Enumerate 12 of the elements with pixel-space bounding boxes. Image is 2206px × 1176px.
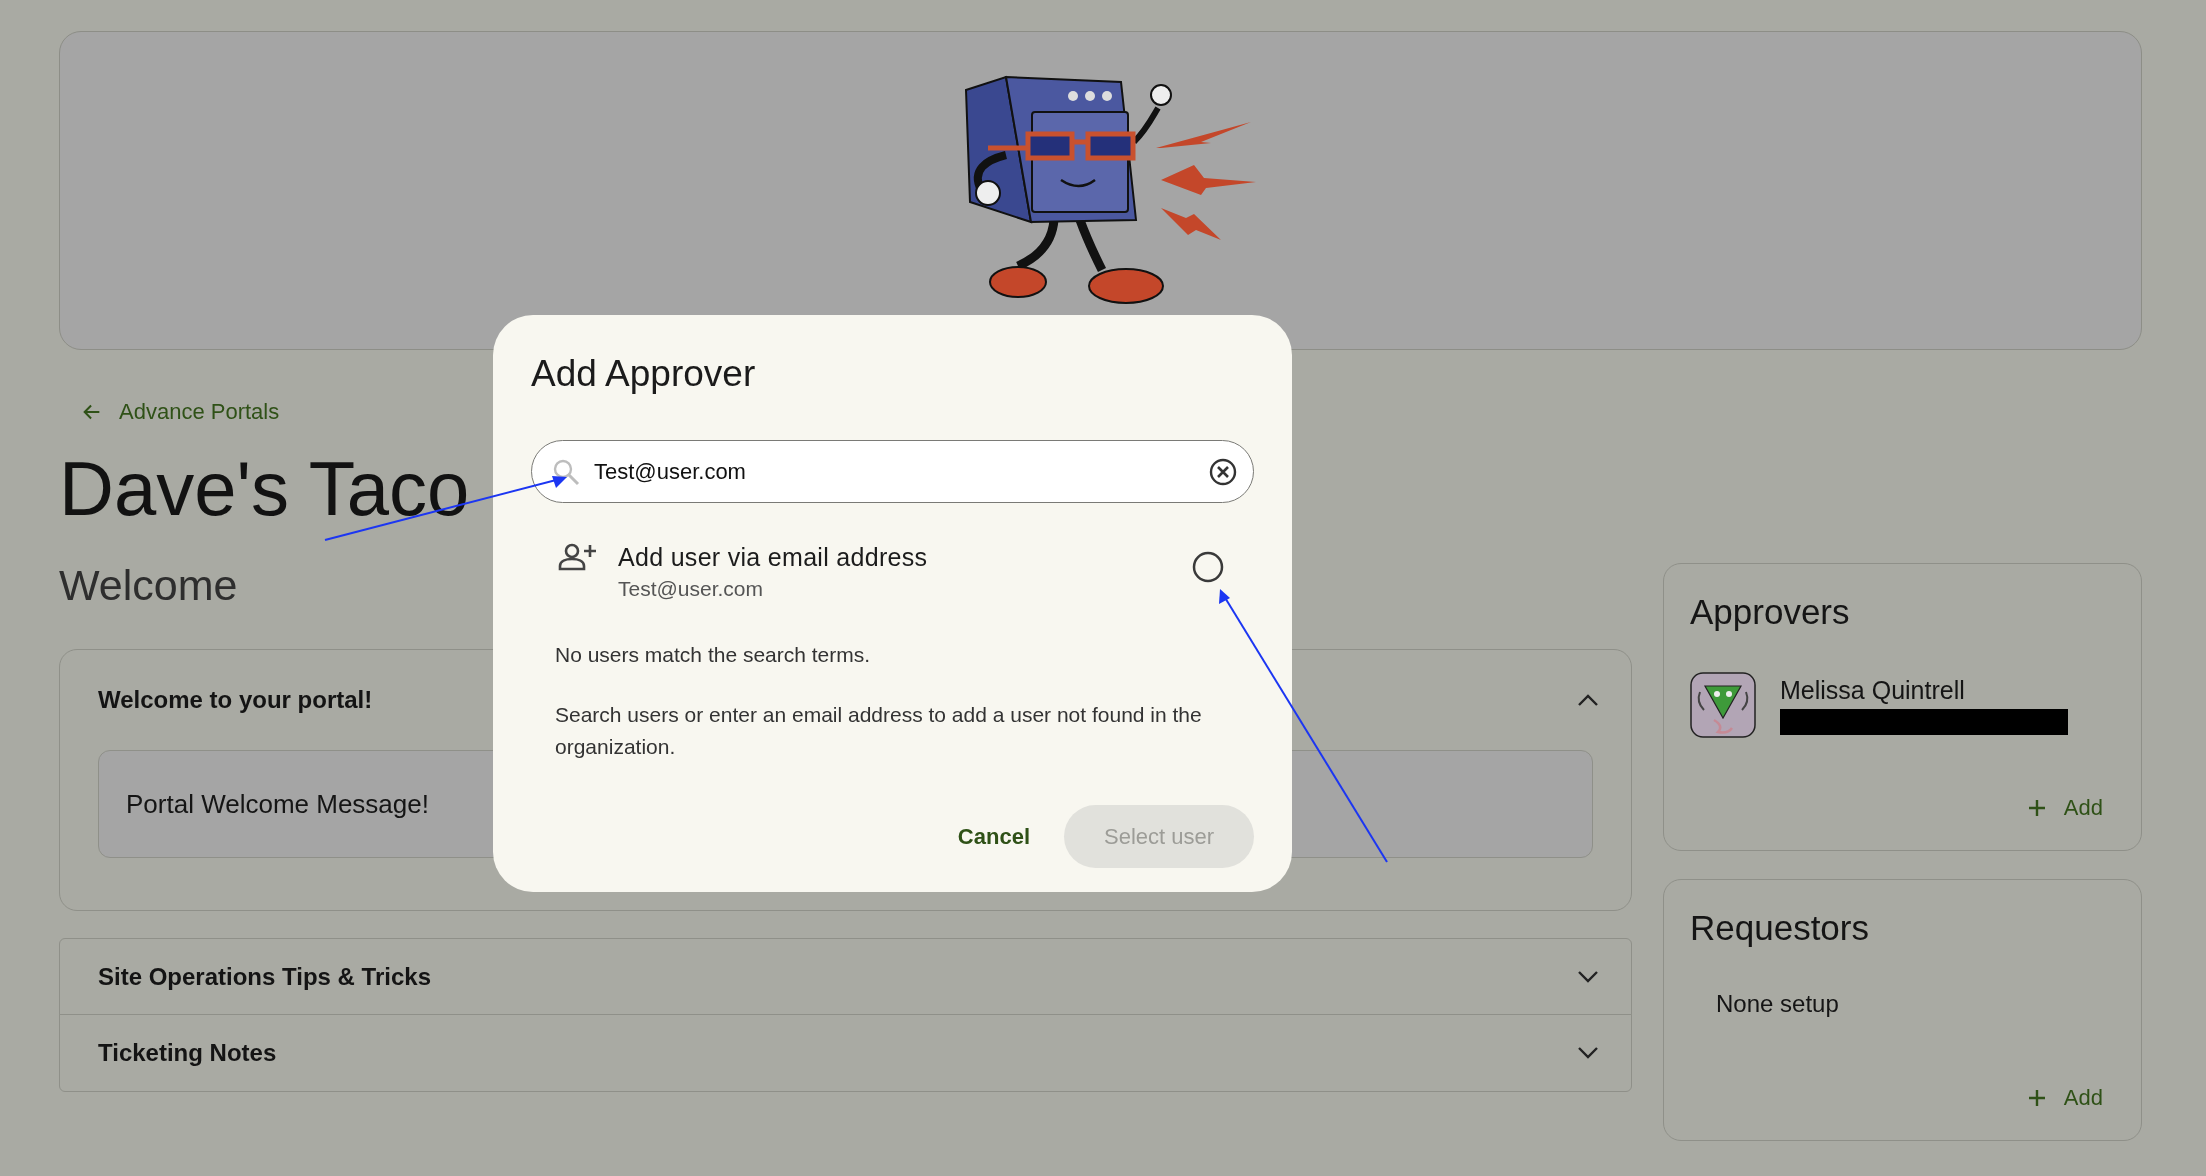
option-label: Add user via email address (618, 542, 929, 573)
card-title: Approvers (1690, 592, 1851, 632)
dialog-title: Add Approver (531, 352, 757, 396)
option-email: Test@user.com (618, 576, 765, 602)
welcome-message: Portal Welcome Message! (126, 788, 429, 820)
page-title: Dave's Taco (59, 449, 470, 529)
no-results-text: No users match the search terms. (555, 642, 872, 668)
empty-text: None setup (1716, 990, 1840, 1018)
section-title: Welcome (59, 563, 238, 607)
person-name: Melissa Quintrell (1780, 675, 1966, 705)
hint-text: Search users or enter an email address to add a user not found in the organization. (555, 702, 1203, 760)
card-title: Requestors (1690, 908, 1870, 948)
